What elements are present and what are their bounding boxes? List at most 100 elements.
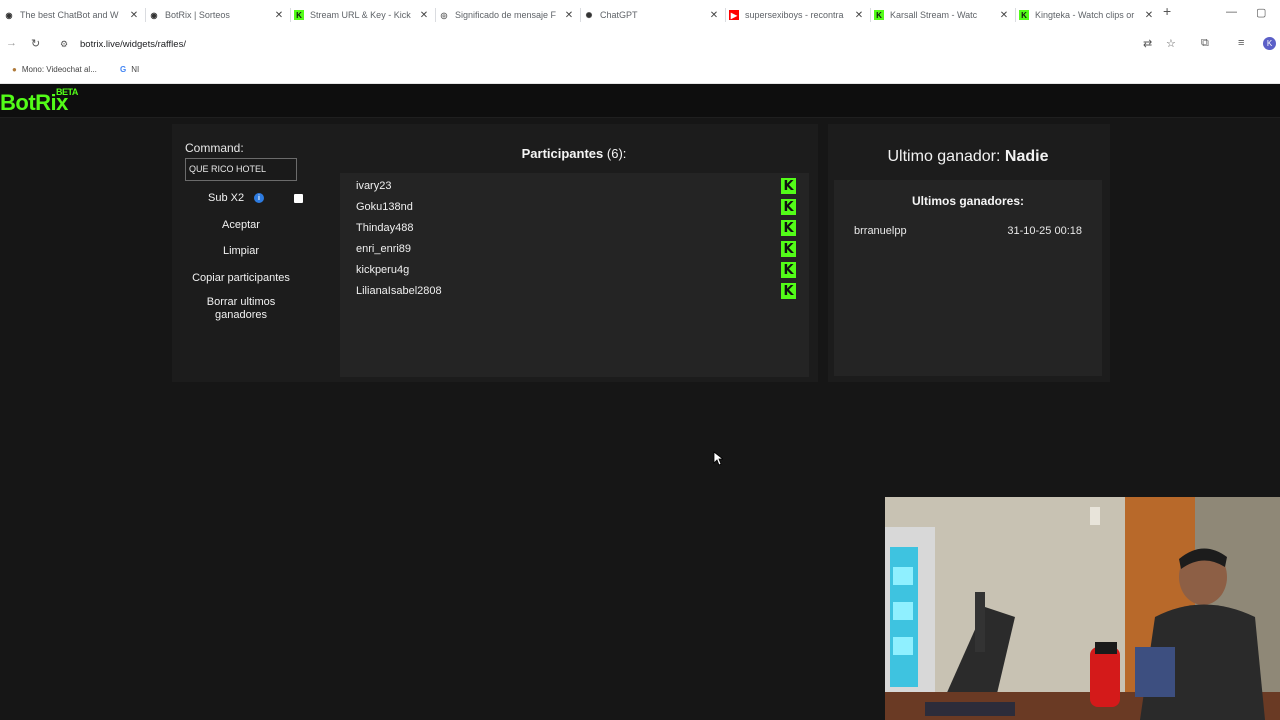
- last-winner-label: Ultimo ganador:: [887, 148, 1001, 165]
- tab-separator: [725, 8, 726, 22]
- tab-title: Stream URL & Key - Kick: [310, 10, 411, 20]
- participant-row: ivary23 K: [356, 177, 796, 195]
- participants-title: Participantes (6):: [344, 146, 804, 161]
- copy-participants-button[interactable]: Copiar participantes: [185, 272, 297, 284]
- browser-tab[interactable]: K Kingteka - Watch clips or ✕: [1019, 2, 1155, 28]
- google-icon: G: [120, 65, 127, 74]
- browser-tab[interactable]: ▶ supersexiboys - recontra ✕: [729, 2, 865, 28]
- tab-separator: [435, 8, 436, 22]
- command-input[interactable]: QUE RICO HOTEL: [185, 158, 297, 181]
- participant-name: LilianaIsabel2808: [356, 285, 442, 297]
- delete-winners-button[interactable]: Borrar ultimos ganadores: [185, 296, 297, 322]
- browser-tab[interactable]: K Karsall Stream - Watc ✕: [874, 2, 1010, 28]
- bookmark-ni[interactable]: G NI: [120, 65, 139, 74]
- winner-name: brranuelpp: [854, 225, 907, 237]
- close-tab-icon[interactable]: ✕: [998, 10, 1010, 21]
- sub-x2-label: Sub X2: [208, 192, 245, 204]
- forward-icon[interactable]: →: [6, 37, 17, 49]
- kick-platform-icon: K: [781, 178, 796, 194]
- participant-row: kickperu4g K: [356, 261, 796, 279]
- youtube-icon: ▶: [729, 10, 739, 20]
- new-tab-icon[interactable]: +: [1163, 3, 1171, 19]
- botrix-logo[interactable]: BotRix BETA: [0, 87, 78, 116]
- clear-button[interactable]: Limpiar: [185, 245, 297, 257]
- bookmark-mono[interactable]: ● Mono: Videochat al...: [12, 65, 97, 74]
- kick-platform-icon: K: [781, 283, 796, 299]
- participant-name: Thinday488: [356, 222, 414, 234]
- kick-icon: K: [1019, 10, 1029, 20]
- tab-separator: [870, 8, 871, 22]
- close-tab-icon[interactable]: ✕: [853, 10, 865, 21]
- restore-icon[interactable]: ▢: [1256, 6, 1266, 19]
- kick-platform-icon: K: [781, 199, 796, 215]
- winner-date: 31-10-25 00:18: [1007, 225, 1082, 237]
- mono-icon: ●: [12, 65, 17, 74]
- close-tab-icon[interactable]: ✕: [418, 10, 430, 21]
- info-icon[interactable]: i: [254, 193, 264, 203]
- browser-tab[interactable]: ✺ ChatGPT ✕: [584, 2, 720, 28]
- app-header: BotRix BETA: [0, 84, 1280, 118]
- accept-button[interactable]: Aceptar: [185, 219, 297, 231]
- participant-row: enri_enri89 K: [356, 240, 796, 258]
- browser-tab[interactable]: ◎ Significado de mensaje F ✕: [439, 2, 575, 28]
- webcam-scene: [885, 497, 1280, 720]
- kick-platform-icon: K: [781, 241, 796, 257]
- participant-name: enri_enri89: [356, 243, 412, 255]
- kick-icon: K: [294, 10, 304, 20]
- recent-winners-box: Ultimos ganadores: brranuelpp 31-10-25 0…: [834, 180, 1102, 376]
- kick-platform-icon: K: [781, 220, 796, 236]
- browser-toolbar: → ↻ ⚙ botrix.live/widgets/raffles/ ⇄ ☆ ⧉…: [0, 29, 1280, 59]
- tab-title: The best ChatBot and W: [20, 10, 119, 20]
- participant-row: Thinday488 K: [356, 219, 796, 237]
- webcam-overlay: [885, 497, 1280, 720]
- address-bar[interactable]: ⚙ botrix.live/widgets/raffles/: [54, 32, 1134, 56]
- bookmark-star-icon[interactable]: ☆: [1166, 37, 1176, 50]
- last-winner: Ultimo ganador: Nadie: [828, 148, 1108, 166]
- tab-title: Kingteka - Watch clips or: [1035, 10, 1135, 20]
- tab-title: BotRix | Sorteos: [165, 10, 230, 20]
- sub-x2-checkbox[interactable]: [294, 194, 303, 203]
- close-tab-icon[interactable]: ✕: [708, 10, 720, 21]
- command-label: Command:: [185, 141, 244, 155]
- browser-tab[interactable]: ◉ BotRix | Sorteos ✕: [149, 2, 285, 28]
- mouse-cursor-icon: [713, 451, 723, 466]
- menu-icon[interactable]: ≡: [1238, 37, 1244, 49]
- participant-name: Goku138nd: [356, 201, 413, 213]
- browser-tab-strip: ◉ The best ChatBot and W ✕ ◉ BotRix | Sorteo…: [0, 0, 1280, 29]
- close-tab-icon[interactable]: ✕: [273, 10, 285, 21]
- browser-tab[interactable]: K Stream URL & Key - Kick ✕: [294, 2, 430, 28]
- tab-separator: [580, 8, 581, 22]
- minimize-icon[interactable]: —: [1226, 6, 1237, 18]
- participants-list: ivary23 K Goku138nd K Thinday488 Kenri_enri89…: [340, 173, 809, 377]
- participant-row: LilianaIsabel2808 K: [356, 282, 796, 300]
- translate-icon[interactable]: ⇄: [1143, 37, 1152, 50]
- tab-separator: [145, 8, 146, 22]
- raffle-panel: Command: QUE RICO HOTEL Sub X2 i Aceptar…: [172, 124, 818, 382]
- extensions-icon[interactable]: ⧉: [1201, 37, 1209, 50]
- tab-title: Karsall Stream - Watc: [890, 10, 978, 20]
- tab-title: Significado de mensaje F: [455, 10, 557, 20]
- tab-title: supersexiboys - recontra: [745, 10, 844, 20]
- participant-name: kickperu4g: [356, 264, 410, 276]
- tab-title: ChatGPT: [600, 10, 638, 20]
- participants-count: (6):: [606, 146, 627, 161]
- close-tab-icon[interactable]: ✕: [128, 10, 140, 21]
- participant-row: Goku138nd K: [356, 198, 796, 216]
- recent-winners-title: Ultimos ganadores:: [911, 194, 1025, 208]
- close-tab-icon[interactable]: ✕: [563, 10, 575, 21]
- tab-separator: [1015, 8, 1016, 22]
- participant-name: ivary23: [356, 180, 392, 192]
- bookmarks-bar: ● Mono: Videochat al... G NI: [0, 59, 1280, 84]
- browser-tab[interactable]: ◉ The best ChatBot and W ✕: [4, 2, 140, 28]
- last-winner-name: Nadie: [1004, 148, 1049, 165]
- beta-badge: BETA: [56, 87, 78, 97]
- profile-avatar[interactable]: K: [1263, 37, 1276, 50]
- reload-icon[interactable]: ↻: [31, 37, 40, 50]
- tab-separator: [290, 8, 291, 22]
- winners-panel: Ultimo ganador: Nadie Ultimos ganadores:…: [828, 124, 1110, 382]
- close-tab-icon[interactable]: ✕: [1143, 10, 1155, 21]
- bookmark-label: Mono: Videochat al...: [21, 65, 97, 74]
- kick-icon: K: [874, 10, 884, 20]
- site-settings-icon[interactable]: ⚙: [60, 39, 74, 50]
- kick-platform-icon: K: [781, 262, 796, 278]
